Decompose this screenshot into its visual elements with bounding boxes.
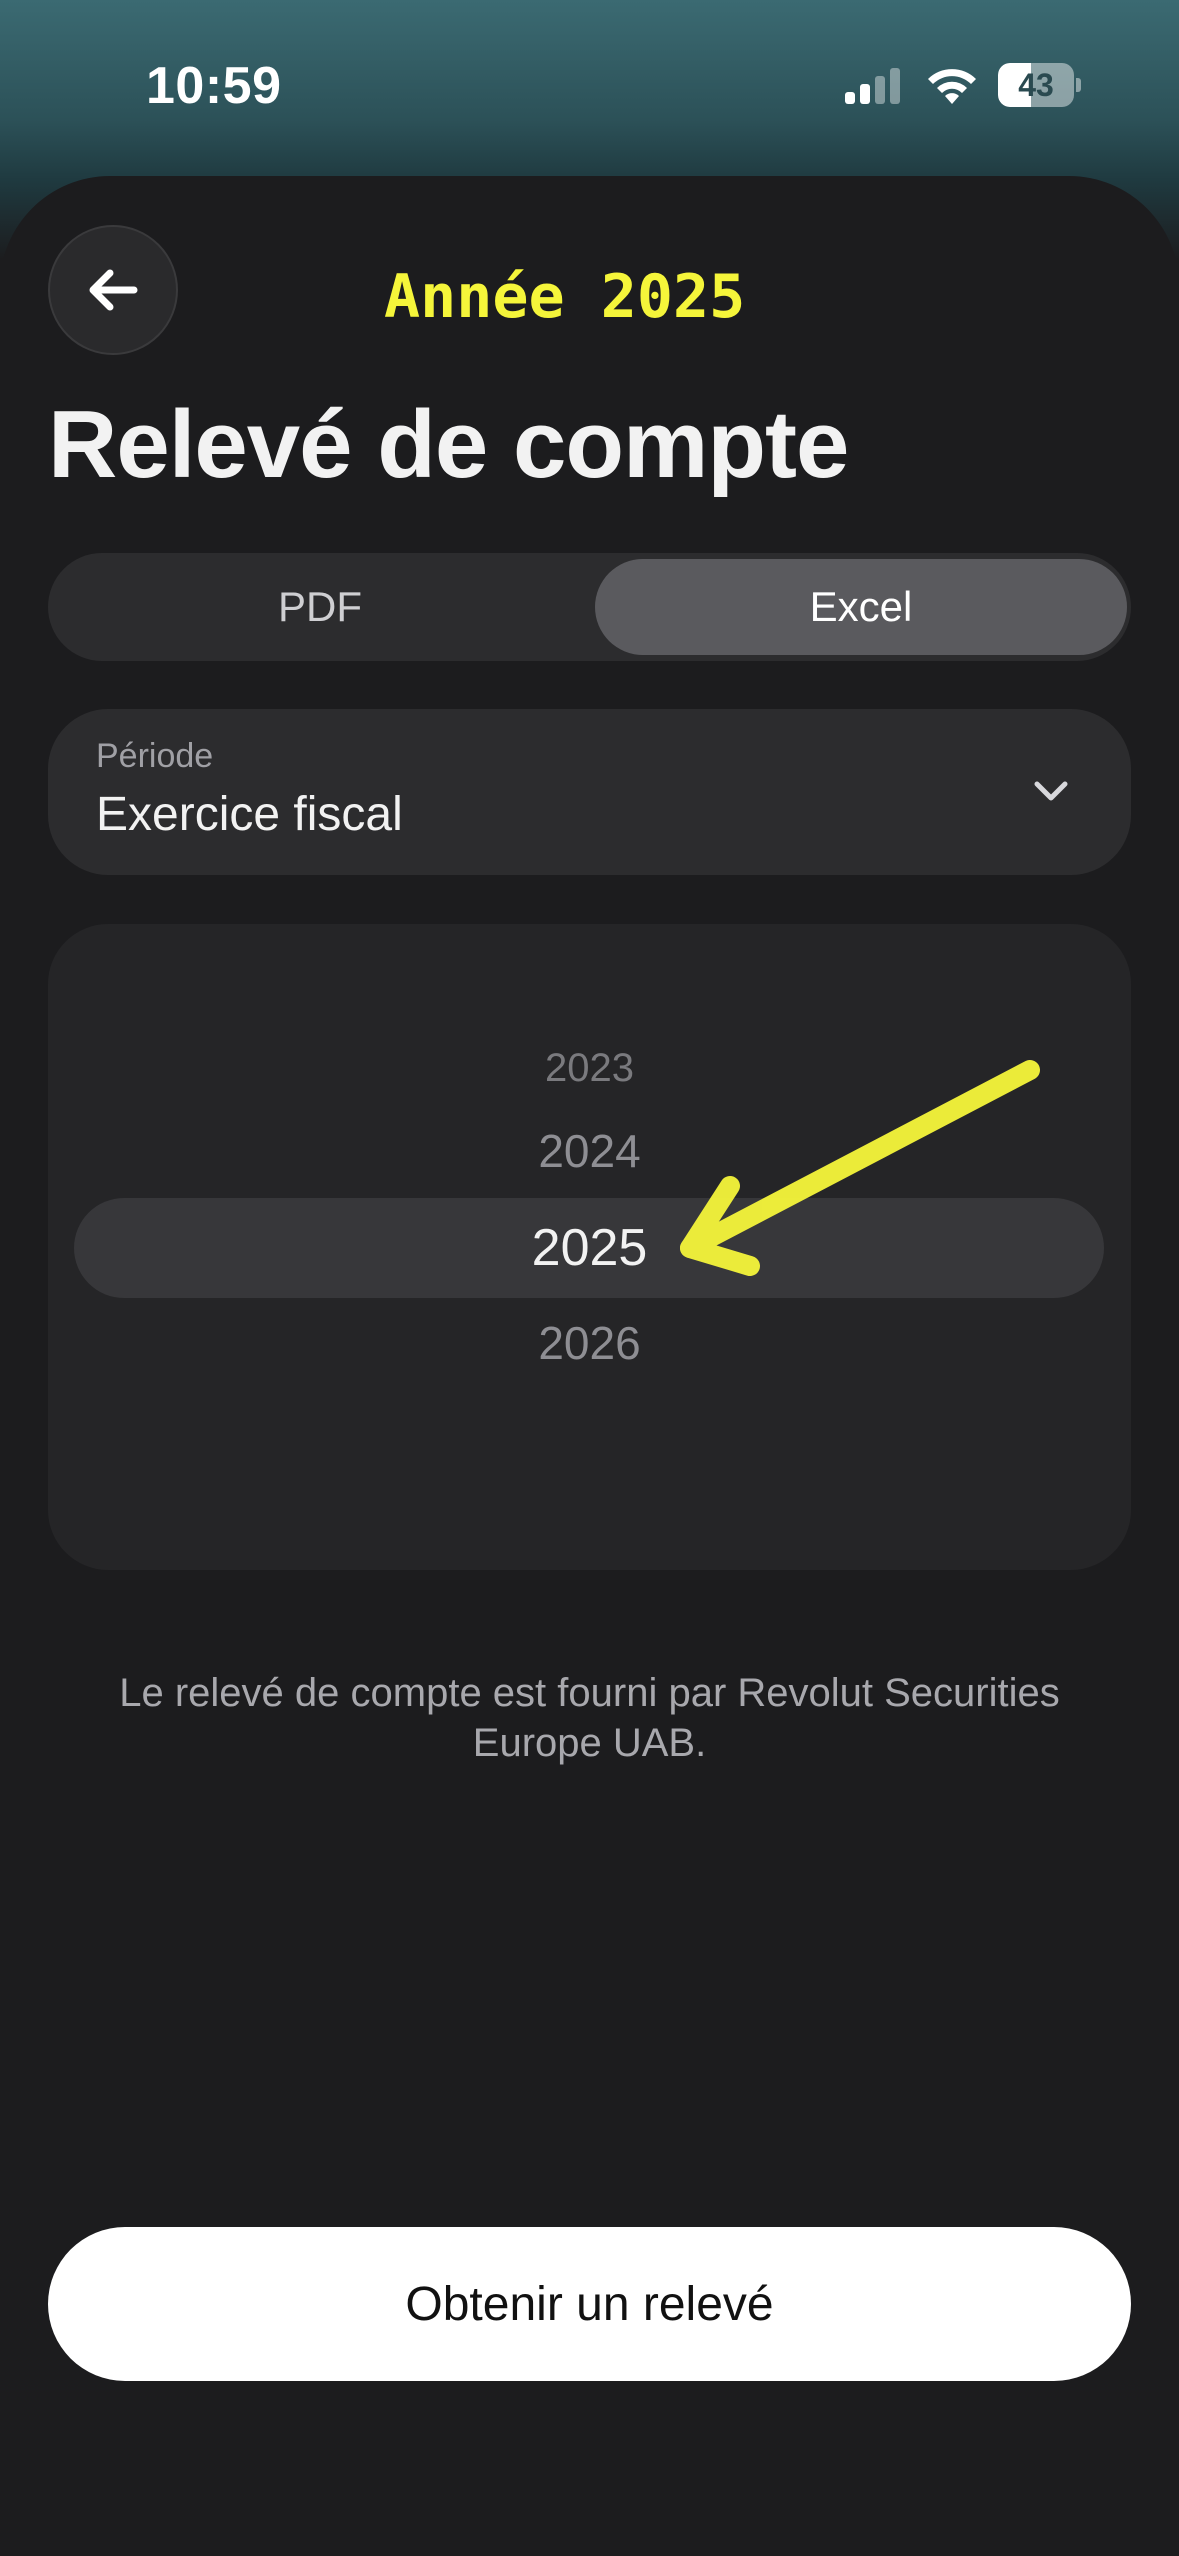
arrow-annotation-icon (680, 1060, 1040, 1276)
annotation-title: Année 2025 (384, 262, 746, 332)
wifi-icon (928, 69, 976, 104)
tab-excel[interactable]: Excel (595, 559, 1127, 655)
get-statement-button[interactable]: Obtenir un relevé (48, 2227, 1131, 2381)
page-title: Relevé de compte (48, 391, 849, 498)
format-toggle: PDF Excel (48, 553, 1131, 661)
period-select[interactable]: Période Exercice fiscal (48, 709, 1131, 875)
status-time: 10:59 (146, 57, 282, 115)
period-label: Période (96, 737, 214, 775)
signal-icon (845, 68, 900, 104)
back-button[interactable] (48, 225, 178, 355)
arrow-left-icon (89, 269, 138, 311)
period-value: Exercice fiscal (96, 788, 403, 841)
battery-icon: 43 (998, 63, 1081, 107)
status-bar: 10:59 43 (0, 0, 1179, 175)
picker-year-2026[interactable]: 2026 (48, 1316, 1131, 1370)
chevron-down-icon (1034, 781, 1068, 801)
footnote: Le relevé de compte est fourni par Revol… (119, 1671, 1060, 1765)
tab-pdf[interactable]: PDF (54, 559, 586, 655)
battery-level: 43 (1018, 67, 1054, 103)
